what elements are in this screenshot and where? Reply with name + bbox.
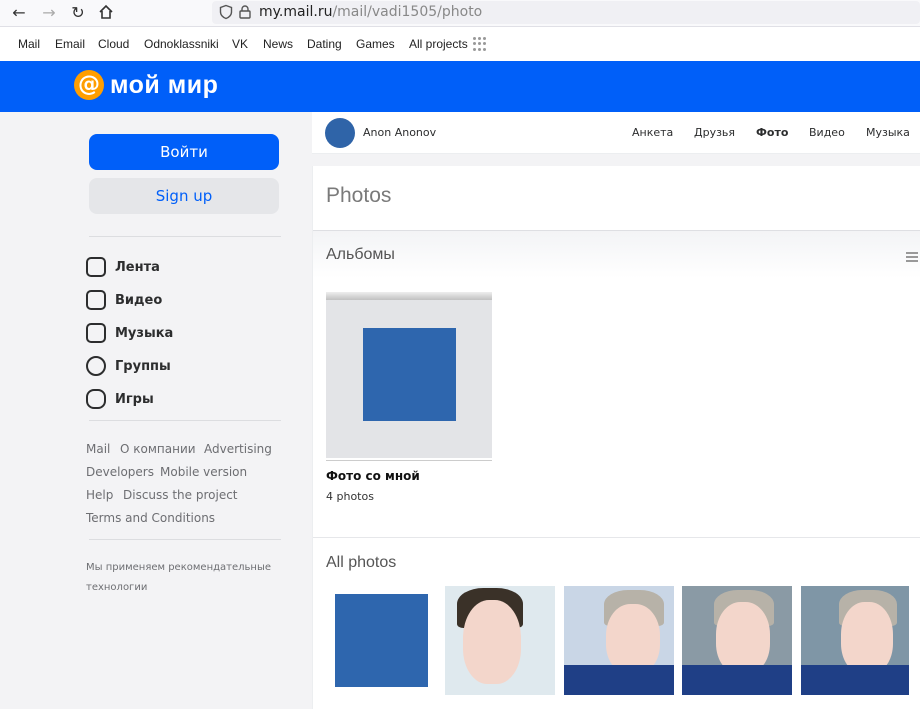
photo-thumbnail[interactable] [326, 586, 436, 695]
photos-content: Photos Альбомы Фото со мной 4 photos All… [312, 166, 920, 709]
sidebar-item-video[interactable]: Видео [86, 289, 162, 311]
sidebar-item-music[interactable]: Музыка [86, 322, 173, 344]
profile-bar: Anon Anonov Анкета Друзья Фото Видео Муз… [312, 112, 920, 154]
portal-nav: Mail Email Cloud Odnoklassniki VK News D… [0, 27, 920, 61]
portal-link-vk[interactable]: VK [232, 37, 248, 51]
photo-thumbnail[interactable] [682, 586, 792, 695]
portal-link-dating[interactable]: Dating [307, 37, 342, 51]
portal-link-games[interactable]: Games [356, 37, 395, 51]
photo-shirt [801, 665, 909, 695]
sidebar-item-label: Игры [115, 391, 154, 407]
profile-name[interactable]: Anon Anonov [363, 126, 436, 139]
groups-icon [86, 356, 106, 376]
photo-placeholder [335, 594, 428, 687]
albums-heading: Альбомы [326, 246, 395, 263]
sidebar-item-label: Видео [115, 292, 163, 308]
footer-link-terms[interactable]: Terms and Conditions [86, 511, 215, 525]
divider [313, 537, 920, 538]
tab-photo[interactable]: Фото [756, 126, 788, 139]
brand-header: @ мой мир [0, 61, 920, 112]
recommendation-disclaimer: Мы применяем рекомендательные технологии [86, 558, 286, 598]
login-button[interactable]: Войти [89, 134, 279, 170]
sidebar-item-label: Группы [115, 358, 171, 374]
video-icon [86, 290, 106, 310]
music-icon [86, 323, 106, 343]
page-title: Photos [326, 184, 392, 207]
photo-face [841, 602, 893, 674]
photo-face [606, 604, 660, 674]
at-logo-icon: @ [74, 70, 104, 100]
apps-grid-icon[interactable] [473, 37, 487, 51]
browser-toolbar: ← → ↻ my.mail.ru/mail/vadi1505/photo [0, 0, 920, 27]
footer-link-mobile[interactable]: Mobile version [160, 465, 247, 479]
sidebar-item-label: Музыка [115, 325, 174, 341]
divider [89, 420, 281, 421]
sidebar-item-feed[interactable]: Лента [86, 256, 160, 278]
avatar[interactable] [325, 118, 355, 148]
portal-link-cloud[interactable]: Cloud [98, 37, 129, 51]
url-host: my.mail.ru [259, 4, 333, 20]
signup-button[interactable]: Sign up [89, 178, 279, 214]
brand-name: мой мир [110, 70, 219, 99]
list-view-icon[interactable] [906, 252, 918, 262]
photo-shirt [682, 665, 792, 695]
shield-icon[interactable] [218, 4, 234, 20]
address-bar[interactable]: my.mail.ru/mail/vadi1505/photo [212, 1, 920, 24]
sidebar-item-groups[interactable]: Группы [86, 355, 171, 377]
url-path: /mail/vadi1505/photo [332, 4, 483, 20]
gamepad-icon [86, 389, 106, 409]
photo-thumbnail[interactable] [564, 586, 674, 695]
footer-link-developers[interactable]: Developers [86, 465, 154, 479]
home-icon[interactable] [97, 4, 115, 22]
disclaimer-line: Мы применяем рекомендательные [86, 562, 271, 573]
footer-link-mail[interactable]: Mail [86, 442, 110, 456]
back-arrow-icon[interactable]: ← [10, 4, 28, 22]
album-card[interactable] [326, 292, 493, 462]
footer-link-advertising[interactable]: Advertising [204, 442, 272, 456]
tab-video[interactable]: Видео [809, 126, 845, 139]
album-name[interactable]: Фото со мной [326, 469, 420, 483]
album-photo-count: 4 photos [326, 490, 374, 503]
tab-music[interactable]: Музыка [866, 126, 910, 139]
tab-anketa[interactable]: Анкета [632, 126, 673, 139]
left-sidebar: Войти Sign up Лента Видео Музыка Группы … [0, 112, 312, 709]
portal-link-news[interactable]: News [263, 37, 293, 51]
photo-face [463, 600, 521, 684]
photo-thumbnail[interactable] [445, 586, 555, 695]
portal-link-all-projects[interactable]: All projects [409, 37, 468, 51]
all-photos-heading: All photos [326, 554, 397, 571]
url-text[interactable]: my.mail.ru/mail/vadi1505/photo [259, 4, 482, 20]
portal-link-mail[interactable]: Mail [18, 37, 40, 51]
divider [89, 539, 281, 540]
album-cover[interactable] [326, 300, 492, 458]
portal-link-odnoklassniki[interactable]: Odnoklassniki [144, 37, 219, 51]
brand-logo[interactable]: @ мой мир [74, 70, 218, 100]
reload-icon[interactable]: ↻ [69, 4, 87, 22]
forward-arrow-icon[interactable]: → [40, 4, 58, 22]
footer-link-discuss[interactable]: Discuss the project [123, 488, 238, 502]
footer-link-help[interactable]: Help [86, 488, 113, 502]
footer-link-about[interactable]: О компании [120, 442, 196, 456]
spacer [312, 154, 920, 166]
disclaimer-line: технологии [86, 582, 148, 593]
divider [326, 460, 492, 461]
feed-icon [86, 257, 106, 277]
divider [89, 236, 281, 237]
photo-face [716, 602, 770, 674]
lock-icon[interactable] [237, 4, 253, 20]
portal-link-email[interactable]: Email [55, 37, 85, 51]
tab-friends[interactable]: Друзья [694, 126, 735, 139]
photo-thumbnail[interactable] [801, 586, 909, 695]
sidebar-item-games[interactable]: Игры [86, 388, 154, 410]
albums-header: Альбомы [313, 230, 920, 278]
sidebar-item-label: Лента [115, 259, 160, 275]
album-thumbnail [363, 328, 456, 421]
photo-shirt [564, 665, 674, 695]
